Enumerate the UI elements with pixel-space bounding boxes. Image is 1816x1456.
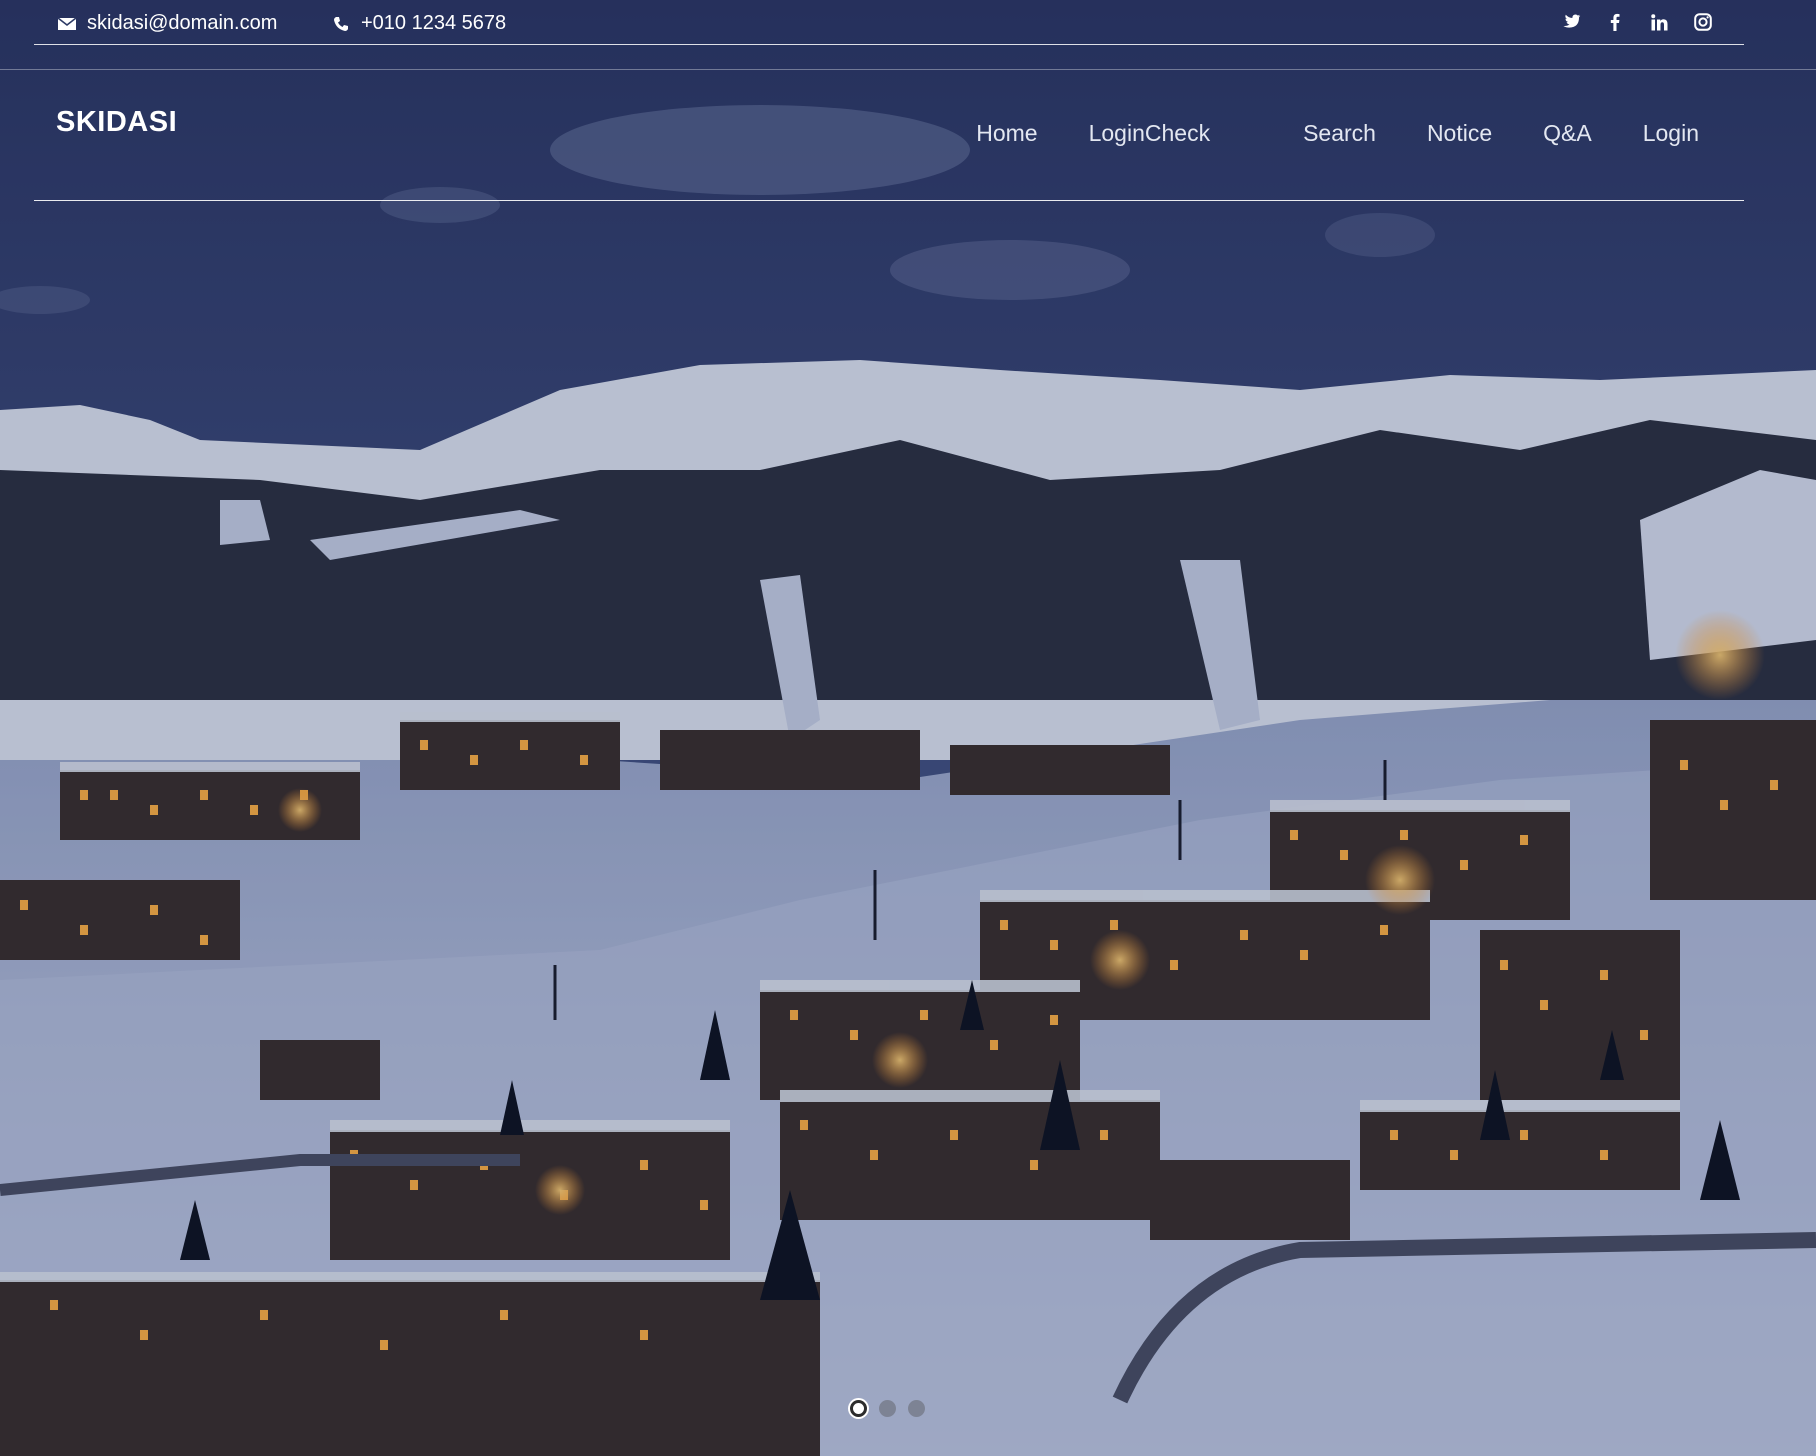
main-navbar: SKIDASI Home LoginCheck Search Notice Q&…	[34, 70, 1744, 201]
envelope-icon	[56, 13, 78, 35]
brand-logo[interactable]: SKIDASI	[56, 106, 177, 139]
facebook-icon[interactable]	[1604, 11, 1626, 33]
slider-dot-3[interactable]	[908, 1400, 925, 1417]
nav-notice[interactable]: Notice	[1427, 120, 1492, 147]
linkedin-icon[interactable]	[1648, 11, 1670, 33]
nav-login[interactable]: Login	[1643, 120, 1699, 147]
social-links	[1560, 11, 1714, 33]
nav-logincheck[interactable]: LoginCheck	[1089, 120, 1210, 147]
nav-qa[interactable]: Q&A	[1543, 120, 1592, 147]
contact-phone[interactable]: +010 1234 5678	[330, 12, 506, 35]
contact-phone-text: +010 1234 5678	[361, 12, 507, 34]
hero-section: skidasi@domain.com +010 1234 5678 SKIDAS…	[0, 0, 1816, 1456]
slider-dot-2[interactable]	[879, 1400, 896, 1417]
instagram-icon[interactable]	[1692, 11, 1714, 33]
nav-search[interactable]: Search	[1303, 120, 1376, 147]
contact-email[interactable]: skidasi@domain.com	[56, 12, 277, 35]
slider-dot-1[interactable]	[850, 1400, 867, 1417]
contact-email-text: skidasi@domain.com	[87, 12, 278, 34]
nav-home[interactable]: Home	[976, 120, 1037, 147]
main-menu: Home LoginCheck Search Notice Q&A Login	[976, 120, 1699, 147]
twitter-icon[interactable]	[1560, 11, 1582, 33]
phone-icon	[330, 13, 352, 35]
top-contact-bar: skidasi@domain.com +010 1234 5678	[34, 0, 1744, 45]
slider-dots	[850, 1400, 925, 1417]
hero-overlay	[0, 0, 1816, 1456]
